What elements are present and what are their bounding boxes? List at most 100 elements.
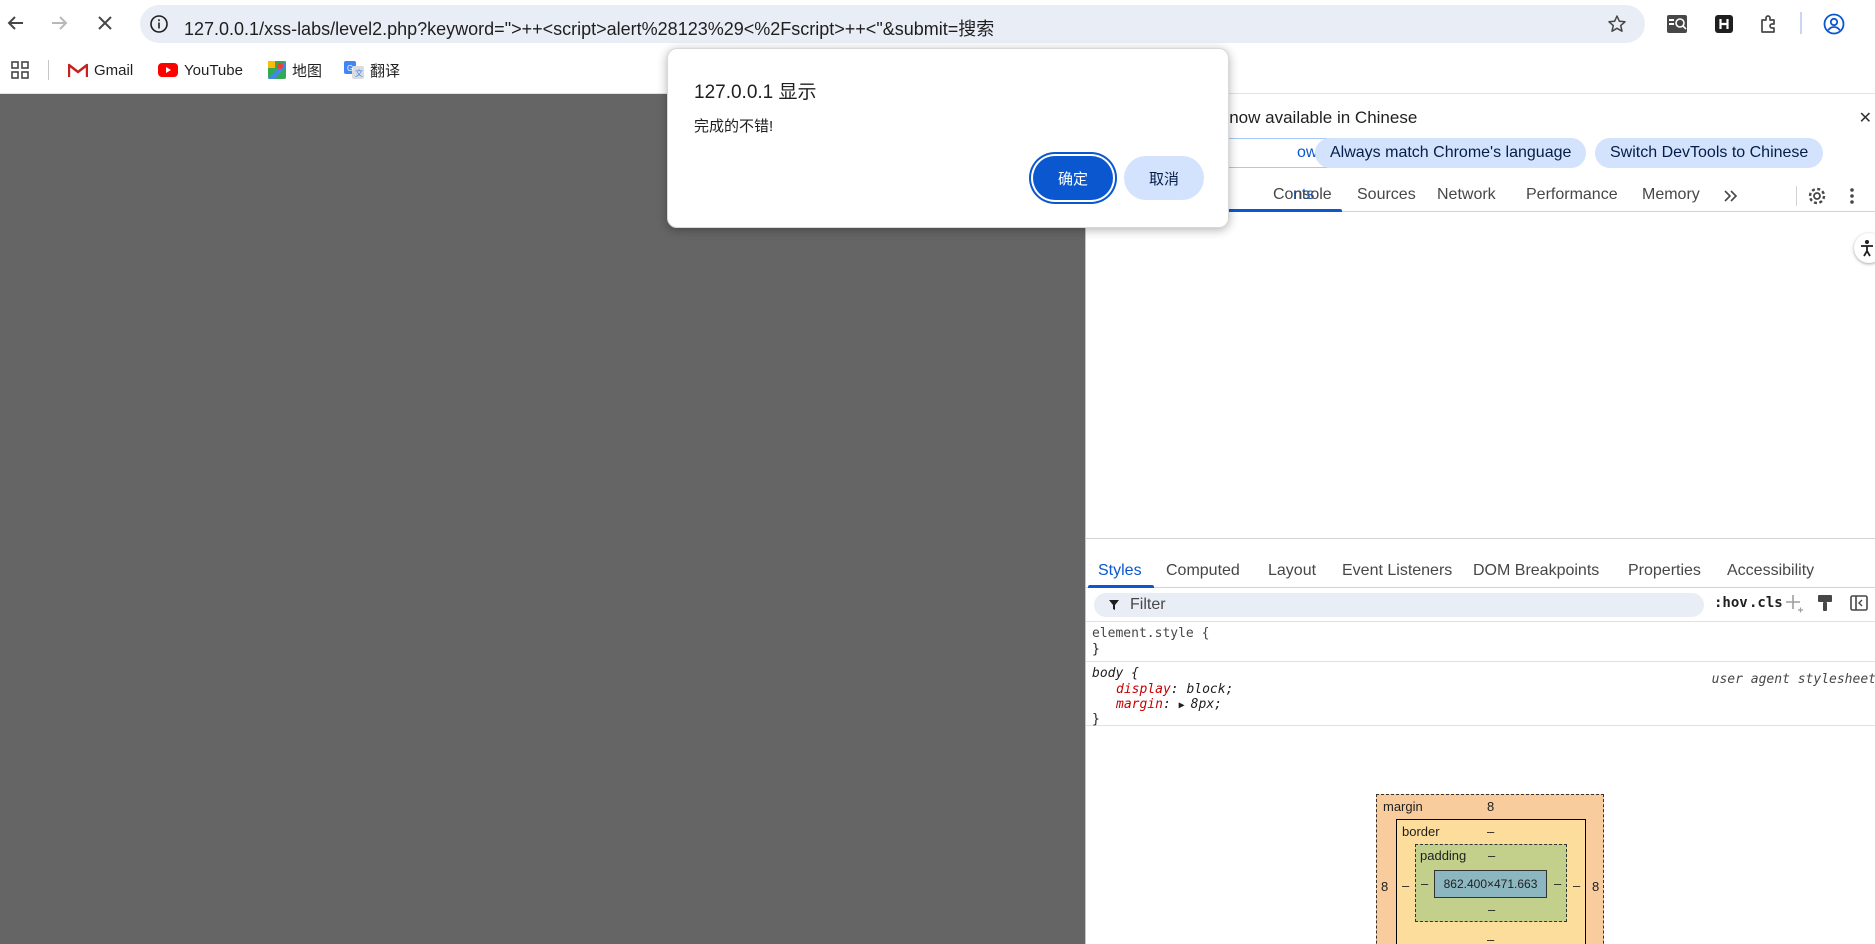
css-declaration-margin[interactable]: margin: ▶ 8px; [1116, 697, 1222, 712]
css-colon: : [1162, 697, 1179, 712]
panel-splitter[interactable] [1086, 538, 1875, 539]
stop-loading-icon[interactable] [92, 10, 118, 36]
tab-accessibility[interactable]: Accessibility [1727, 562, 1814, 580]
body-selector[interactable]: body { [1092, 666, 1139, 681]
toggle-sidebar-icon[interactable] [1850, 594, 1868, 616]
tab-layout[interactable]: Layout [1268, 562, 1316, 580]
border-left-value[interactable]: – [1402, 878, 1409, 893]
svg-text:G: G [347, 64, 353, 73]
padding-label: padding [1420, 848, 1467, 863]
body-style-rule[interactable]: body { user agent stylesheet display: bl… [1086, 662, 1875, 727]
padding-top-value[interactable]: – [1488, 848, 1495, 863]
extensions-puzzle-icon[interactable] [1757, 12, 1781, 36]
bookmark-translate[interactable]: G文 翻译 [344, 58, 400, 82]
maps-icon [268, 61, 286, 79]
styles-filter-input[interactable]: Filter [1094, 593, 1704, 617]
tab-properties[interactable]: Properties [1628, 562, 1701, 580]
bookmark-label: 地图 [292, 62, 323, 80]
site-info-icon[interactable] [149, 14, 169, 34]
padding-left-value[interactable]: – [1421, 876, 1428, 891]
cancel-button[interactable]: 取消 [1124, 156, 1204, 200]
box-model-margin[interactable]: margin 8 8 8 border – – – – padding – – … [1376, 794, 1604, 944]
address-bar[interactable]: 127.0.0.1/xss-labs/level2.php?keyword=">… [140, 5, 1645, 43]
expand-triangle-icon[interactable]: ▶ [1179, 700, 1191, 711]
dialog-message: 完成的不错! [694, 118, 774, 135]
cls-toggle[interactable]: .cls [1749, 595, 1783, 611]
bookmark-label: YouTube [184, 61, 243, 79]
body-rule-close: } [1092, 712, 1100, 727]
ok-button-label: 确定 [1057, 170, 1088, 188]
css-declaration-display[interactable]: display: block; [1116, 682, 1233, 697]
tabs-separator [1796, 186, 1797, 206]
tab-sources[interactable]: Sources [1357, 186, 1416, 204]
element-style-selector[interactable]: element.style { [1092, 626, 1209, 641]
box-model-border[interactable]: border – – – – padding – – – – 862.400×4… [1396, 819, 1586, 944]
css-val-margin[interactable]: 8px; [1191, 697, 1222, 712]
border-label: border [1402, 824, 1440, 839]
tab-event-listeners[interactable]: Event Listeners [1342, 562, 1452, 580]
elements-dom-tree [1086, 212, 1875, 538]
user-agent-stylesheet-label: user agent stylesheet [1711, 672, 1875, 687]
padding-right-value[interactable]: – [1554, 876, 1561, 891]
apps-grid-icon[interactable] [10, 58, 36, 82]
more-tabs-chevron-icon[interactable] [1720, 185, 1742, 207]
browser-toolbar: 127.0.0.1/xss-labs/level2.php?keyword=">… [0, 0, 1875, 46]
ok-button[interactable]: 确定 [1033, 156, 1113, 200]
cancel-button-label: 取消 [1148, 170, 1179, 188]
url-text[interactable]: 127.0.0.1/xss-labs/level2.php?keyword=">… [184, 15, 994, 41]
tab-performance[interactable]: Performance [1526, 186, 1618, 204]
dialog-title: 127.0.0.1 显示 [694, 82, 817, 103]
border-top-value[interactable]: – [1487, 824, 1494, 839]
tab-styles[interactable]: Styles [1098, 562, 1142, 580]
close-icon[interactable]: ✕ [1859, 108, 1872, 128]
filter-placeholder: Filter [1130, 596, 1166, 613]
margin-left-value[interactable]: 8 [1381, 879, 1388, 894]
tab-console[interactable]: Console [1273, 186, 1332, 204]
box-model-padding[interactable]: padding – – – – 862.400×471.663 [1415, 844, 1567, 922]
css-colon: : [1170, 682, 1187, 697]
border-bottom-value[interactable]: – [1487, 932, 1494, 944]
margin-right-value[interactable]: 8 [1592, 879, 1599, 894]
gmail-icon [68, 63, 88, 77]
more-options-icon[interactable] [1841, 185, 1863, 207]
tab-network[interactable]: Network [1437, 186, 1496, 204]
tab-memory[interactable]: Memory [1642, 186, 1700, 204]
alert-dialog: 127.0.0.1 显示 完成的不错! 确定 取消 [667, 48, 1229, 228]
back-icon[interactable] [3, 10, 29, 36]
paint-brush-icon[interactable] [1816, 594, 1834, 616]
new-style-rule-icon[interactable] [1784, 593, 1804, 617]
infobar-message: s now available in Chinese [1216, 108, 1418, 127]
element-style-rule[interactable]: element.style { } [1086, 622, 1875, 662]
bookmark-maps[interactable]: 地图 [268, 58, 322, 82]
bookmark-star-icon[interactable] [1607, 14, 1627, 34]
accessibility-tree-icon[interactable] [1854, 233, 1875, 263]
element-style-close: } [1092, 642, 1100, 657]
bookmark-youtube[interactable]: YouTube [158, 58, 243, 82]
filter-funnel-icon [1108, 598, 1120, 615]
tab-dom-breakpoints[interactable]: DOM Breakpoints [1473, 562, 1599, 580]
hov-toggle[interactable]: :hov [1714, 595, 1748, 611]
styles-pane-tabs: Styles Computed Layout Event Listeners D… [1086, 556, 1875, 588]
svg-text:文: 文 [355, 68, 363, 78]
settings-gear-icon[interactable] [1806, 185, 1828, 207]
tab-computed[interactable]: Computed [1166, 562, 1240, 580]
bookmark-label: 翻译 [370, 62, 401, 80]
switch-to-chinese-button[interactable]: Switch DevTools to Chinese [1595, 138, 1824, 168]
border-right-value[interactable]: – [1573, 878, 1580, 893]
margin-label: margin [1383, 799, 1423, 814]
css-prop-margin: margin [1116, 697, 1163, 712]
extension-h-icon[interactable] [1712, 12, 1736, 36]
bookmarks-separator [48, 60, 49, 80]
toolbar-separator [1800, 12, 1802, 34]
margin-top-value[interactable]: 8 [1487, 799, 1494, 814]
always-match-language-button[interactable]: Always match Chrome's language [1315, 138, 1587, 168]
styles-filter-row: Filter :hov .cls [1086, 588, 1875, 622]
css-val-display[interactable]: block; [1186, 682, 1233, 697]
extension-search-icon[interactable] [1665, 12, 1689, 36]
box-model-content-size[interactable]: 862.400×471.663 [1434, 870, 1547, 898]
bookmark-gmail[interactable]: Gmail [68, 58, 133, 82]
profile-avatar-icon[interactable] [1822, 12, 1846, 36]
padding-bottom-value[interactable]: – [1488, 902, 1495, 917]
forward-icon[interactable] [46, 10, 72, 36]
switch-to-chinese-label: Switch DevTools to Chinese [1610, 144, 1809, 161]
